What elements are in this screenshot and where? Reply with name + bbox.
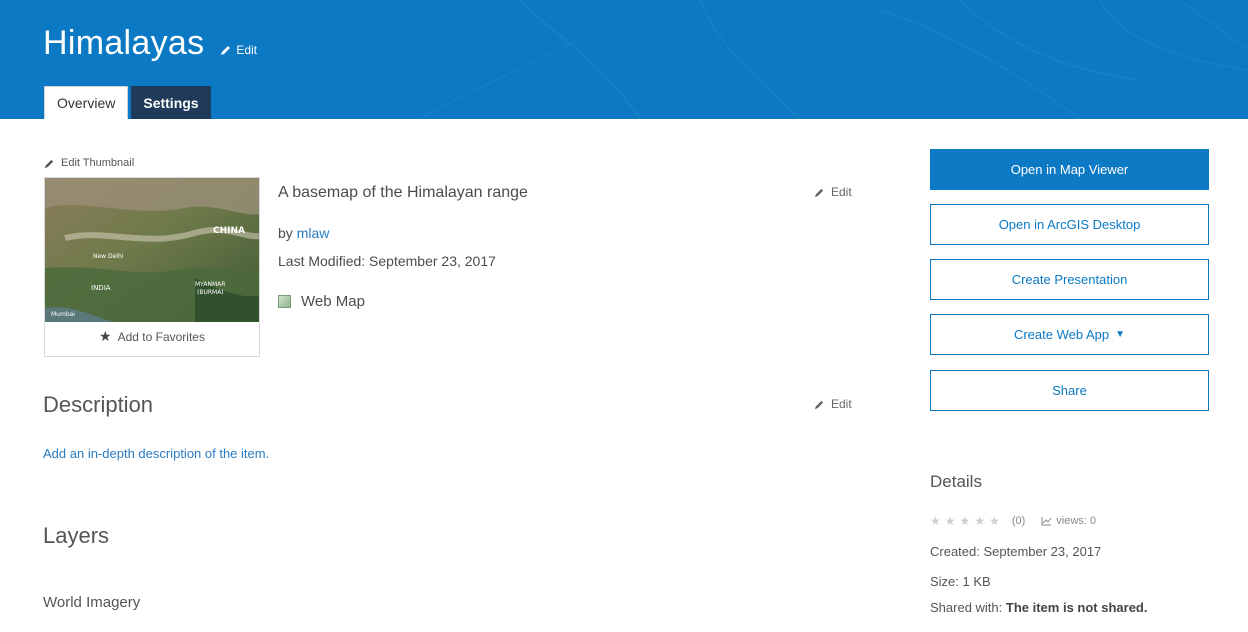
item-summary: A basemap of the Himalayan range (278, 184, 528, 201)
open-in-map-viewer-button[interactable]: Open in Map Viewer (930, 149, 1209, 190)
shared-with: Shared with: The item is not shared. (930, 600, 1147, 615)
description-edit-label: Edit (831, 397, 852, 411)
item-tabs: Overview Settings (44, 86, 211, 119)
star-icon[interactable]: ★ (974, 514, 985, 528)
details-heading: Details (930, 472, 982, 491)
tab-settings[interactable]: Settings (131, 86, 211, 119)
views-count: views: 0 (1041, 515, 1096, 527)
title-edit-label: Edit (236, 43, 258, 57)
favorites-label: Add to Favorites (117, 329, 205, 344)
summary-edit-button[interactable]: Edit (814, 185, 852, 199)
share-button[interactable]: Share (930, 370, 1209, 411)
map-label: MYANMAR (195, 281, 225, 288)
title-edit-button[interactable]: Edit (220, 43, 257, 57)
thumbnail-image[interactable]: CHINA New Delhi INDIA MYANMAR (BURMA) Mu… (45, 178, 259, 322)
tab-overview[interactable]: Overview (44, 86, 129, 119)
star-icon: ★ (99, 328, 112, 344)
item-type: Web Map (278, 293, 365, 310)
layer-item[interactable]: World Imagery (43, 594, 140, 611)
star-icon[interactable]: ★ (989, 514, 1000, 528)
owner-link[interactable]: mlaw (297, 225, 330, 241)
page-title: Himalayas (43, 24, 205, 62)
star-icon[interactable]: ★ (930, 514, 941, 528)
views-label: views: 0 (1056, 515, 1097, 527)
thumbnail-card: CHINA New Delhi INDIA MYANMAR (BURMA) Mu… (44, 177, 260, 357)
rating-count: (0) (1011, 515, 1026, 527)
map-label: New Delhi (93, 253, 124, 260)
map-label: CHINA (213, 226, 245, 236)
description-heading: Description (43, 392, 154, 417)
shared-prefix: Shared with: (930, 600, 1003, 615)
created-date: Created: September 23, 2017 (930, 544, 1102, 559)
add-to-favorites-button[interactable]: ★ Add to Favorites (45, 328, 259, 345)
pencil-icon (221, 46, 231, 55)
open-in-arcgis-desktop-button[interactable]: Open in ArcGIS Desktop (930, 204, 1209, 245)
web-map-icon (278, 295, 291, 308)
item-header: Himalayas Edit Overview Settings (0, 0, 1248, 119)
map-label: (BURMA) (197, 289, 224, 296)
pencil-icon (44, 159, 54, 168)
owner-line: by mlaw (278, 225, 329, 241)
edit-thumbnail-label: Edit Thumbnail (61, 157, 135, 169)
item-type-label: Web Map (301, 293, 365, 310)
layers-heading: Layers (43, 523, 110, 548)
map-label: Mumbai (51, 311, 75, 318)
item-size: Size: 1 KB (930, 574, 991, 589)
star-icon[interactable]: ★ (945, 514, 956, 528)
create-web-app-button[interactable]: Create Web App ▼ (930, 314, 1209, 355)
create-presentation-button[interactable]: Create Presentation (930, 259, 1209, 300)
rating-stars[interactable]: ★ ★ ★ ★ ★ (930, 514, 1004, 528)
satellite-map: CHINA New Delhi INDIA MYANMAR (BURMA) Mu… (45, 178, 259, 322)
by-prefix: by (278, 225, 293, 241)
star-icon[interactable]: ★ (960, 514, 971, 528)
chart-icon (1041, 517, 1052, 526)
create-web-app-label: Create Web App (1013, 327, 1110, 342)
rating-row: ★ ★ ★ ★ ★ (0) views: 0 (930, 514, 1096, 528)
pencil-icon (814, 400, 824, 409)
edit-thumbnail-link[interactable]: Edit Thumbnail (44, 157, 134, 169)
add-description-link[interactable]: Add an in-depth description of the item. (43, 446, 269, 461)
last-modified: Last Modified: September 23, 2017 (278, 253, 496, 269)
summary-edit-label: Edit (831, 185, 852, 199)
shared-value: The item is not shared. (1005, 600, 1148, 615)
map-label: INDIA (91, 284, 111, 292)
chevron-down-icon: ▼ (1115, 329, 1126, 340)
pencil-icon (814, 188, 824, 197)
description-edit-button[interactable]: Edit (814, 397, 852, 411)
